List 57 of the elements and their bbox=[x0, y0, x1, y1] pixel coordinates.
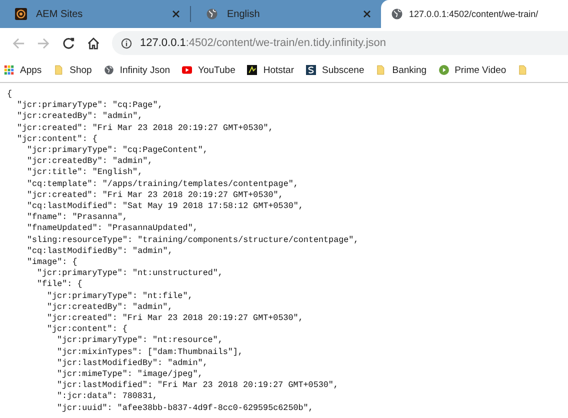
json-line: "cq:template": "/apps/training/templates/contentpage", bbox=[27, 178, 300, 190]
folder-icon bbox=[376, 65, 386, 75]
bookmark[interactable]: Banking bbox=[376, 64, 427, 76]
letter-s-icon bbox=[306, 65, 316, 75]
json-line: "jcr:createdBy": "admin", bbox=[47, 302, 174, 314]
json-line: "jcr:title": "English", bbox=[27, 167, 144, 179]
browser-tab[interactable]: English bbox=[191, 0, 381, 28]
star-logo-icon bbox=[247, 65, 258, 75]
play-button-icon bbox=[182, 65, 192, 75]
json-line: "jcr:content": { bbox=[17, 134, 98, 146]
json-line: "fname": "Prasanna", bbox=[27, 212, 129, 224]
json-line: "cq:lastModified": "Sat May 19 2018 17:58:12 GMT+0530", bbox=[27, 201, 304, 212]
json-line: "jcr:primaryType": "nt:resource", bbox=[57, 335, 224, 347]
close-icon[interactable] bbox=[172, 10, 180, 18]
json-line: "cq:lastModifiedBy": "admin", bbox=[27, 246, 174, 258]
json-line: "jcr:createdBy": "admin", bbox=[17, 111, 144, 123]
bookmark[interactable]: Hotstar bbox=[247, 64, 294, 76]
play-icon bbox=[438, 65, 449, 75]
url-text: 127.0.0.1:4502/content/we-train/en.tidy.infinity.json bbox=[140, 37, 386, 49]
folder-icon bbox=[54, 65, 64, 75]
json-line: "jcr:createdBy": "admin", bbox=[27, 156, 154, 168]
bookmark[interactable]: Shop bbox=[54, 64, 92, 76]
browser-tab[interactable]: 127.0.0.1:4502/content/we-train/ bbox=[381, 0, 568, 28]
json-line: "file": { bbox=[37, 279, 84, 291]
apps-grid-icon bbox=[4, 65, 14, 75]
info-icon[interactable] bbox=[121, 38, 132, 48]
json-line: "jcr:created": "Fri Mar 23 2018 20:19:27 GMT+0530", bbox=[27, 190, 284, 202]
json-line: { bbox=[7, 89, 14, 100]
json-line: "jcr:created": "Fri Mar 23 2018 20:19:27 GMT+0530", bbox=[17, 122, 274, 134]
json-line: "sling:resourceType": "training/components/structure/contentpage", bbox=[27, 234, 360, 246]
browser-tab[interactable]: AEM Sites bbox=[0, 0, 190, 28]
app-logo-icon bbox=[15, 8, 27, 20]
globe-icon bbox=[206, 8, 218, 20]
json-line: "jcr:created": "Fri Mar 23 2018 20:19:27 GMT+0530", bbox=[47, 313, 304, 324]
json-line: "fnameUpdated": "PrasannaUpdated", bbox=[27, 223, 199, 235]
json-line: "jcr:mixinTypes": ["dam:Thumbnails"], bbox=[57, 346, 244, 358]
json-line: "jcr:mimeType": "image/jpeg", bbox=[57, 369, 204, 380]
json-line: "jcr:primaryType": "nt:unstructured", bbox=[37, 268, 224, 280]
bookmark[interactable]: Infinity Json bbox=[104, 64, 170, 76]
close-icon[interactable] bbox=[363, 10, 371, 18]
bookmark[interactable]: Subscene bbox=[306, 64, 364, 76]
json-line: "jcr:lastModified": "Fri Mar 23 2018 20:19:27 GMT+0530", bbox=[57, 380, 340, 392]
folder-icon bbox=[518, 65, 528, 75]
json-line: ":jcr:data": 780831, bbox=[57, 391, 159, 403]
json-line: "jcr:primaryType": "nt:file", bbox=[47, 290, 194, 302]
json-line: "jcr:primaryType": "cq:Page", bbox=[17, 100, 164, 112]
globe-icon bbox=[391, 8, 403, 20]
json-line: "jcr:lastModifiedBy": "admin", bbox=[57, 358, 209, 370]
json-line: "image": { bbox=[27, 257, 78, 268]
address-bar[interactable]: 127.0.0.1:4502/content/we-train/en.tidy.infinity.json bbox=[112, 31, 568, 55]
json-line: "jcr:primaryType": "cq:PageContent", bbox=[27, 145, 209, 156]
bookmark[interactable]: Apps bbox=[4, 64, 42, 76]
json-line: "jcr:uuid": "afee38bb-b837-4d9f-8cc0-629595c6250b", bbox=[57, 402, 314, 414]
bookmark[interactable]: YouTube bbox=[182, 64, 236, 76]
json-line: "jcr:content": { bbox=[47, 324, 128, 336]
globe-icon bbox=[104, 65, 114, 75]
bookmark[interactable]: Prime Video bbox=[438, 64, 506, 76]
